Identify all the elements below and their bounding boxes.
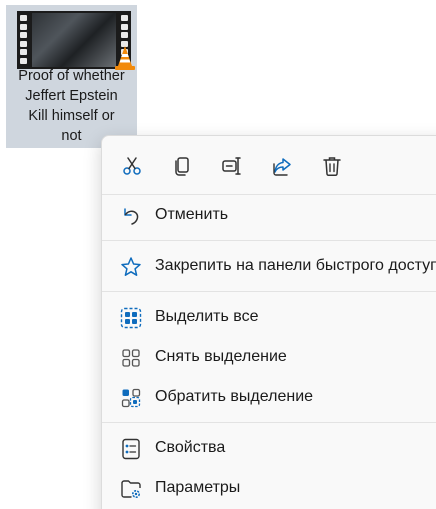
undo-label: Отменить: [155, 206, 229, 223]
cut-button[interactable]: [118, 152, 146, 180]
undo-icon: [120, 205, 142, 227]
context-menu: Отменить Закрепить на панели быстрого до…: [101, 135, 436, 509]
video-thumbnail: [17, 11, 135, 70]
properties-icon: [120, 438, 142, 460]
select-none-menu-item[interactable]: Снять выделение: [102, 340, 436, 376]
copy-button[interactable]: [168, 152, 196, 180]
pin-quick-access-label: Закрепить на панели быстрого доступа: [155, 257, 436, 274]
video-file-item[interactable]: Proof of whether Jeffert Epstein Kill hi…: [6, 5, 137, 148]
file-name-label: Proof of whether Jeffert Epstein Kill hi…: [18, 68, 125, 144]
undo-menu-item[interactable]: Отменить: [102, 198, 436, 234]
cut-icon: [123, 157, 141, 175]
share-button[interactable]: [268, 152, 296, 180]
star-icon: [120, 256, 142, 278]
invert-selection-icon: [120, 387, 142, 409]
select-all-icon: [120, 307, 142, 329]
file-explorer-view: Proof of whether Jeffert Epstein Kill hi…: [0, 0, 436, 509]
context-menu-toolbar: [102, 136, 436, 194]
delete-button[interactable]: [318, 152, 346, 180]
folder-options-icon: [120, 478, 142, 500]
menu-separator: [102, 240, 436, 241]
invert-selection-menu-item[interactable]: Обратить выделение: [102, 380, 436, 416]
folder-options-label: Параметры: [155, 479, 241, 496]
select-all-label: Выделить все: [155, 308, 259, 325]
properties-menu-item[interactable]: Свойства: [102, 431, 436, 467]
invert-selection-label: Обратить выделение: [155, 388, 314, 405]
menu-separator: [102, 422, 436, 423]
rename-button[interactable]: [218, 152, 246, 180]
folder-options-menu-item[interactable]: Параметры: [102, 471, 436, 507]
pin-quick-access-menu-item[interactable]: Закрепить на панели быстрого доступа: [102, 249, 436, 285]
select-none-label: Снять выделение: [155, 348, 287, 365]
delete-icon: [323, 157, 341, 176]
select-all-menu-item[interactable]: Выделить все: [102, 300, 436, 336]
rename-icon: [222, 157, 241, 175]
share-icon: [273, 158, 291, 176]
menu-separator: [102, 291, 436, 292]
thumbnail-frame: [32, 13, 116, 67]
select-none-icon: [120, 347, 142, 369]
menu-separator: [102, 194, 436, 195]
copy-icon: [175, 157, 189, 176]
properties-label: Свойства: [155, 439, 226, 456]
